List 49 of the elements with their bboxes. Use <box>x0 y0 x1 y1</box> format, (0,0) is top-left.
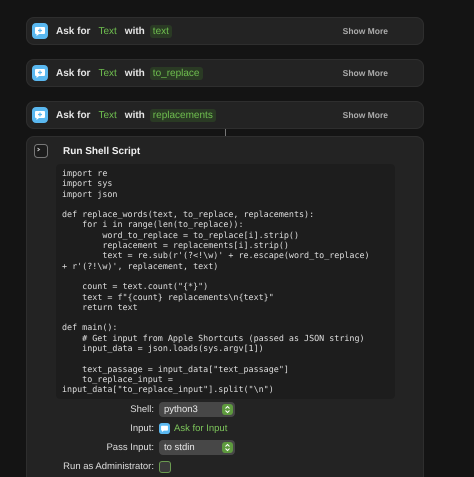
variable-token[interactable]: to_replace <box>150 66 202 80</box>
code-line: text = re.sub(r'(?<!\w)' + re.escape(word_to_replace) <box>101 250 371 261</box>
variable-token[interactable]: replacements <box>150 108 216 122</box>
input-variable[interactable]: Ask for Input <box>174 423 228 434</box>
code-line: import json <box>62 188 118 199</box>
code-line: return text <box>81 302 139 312</box>
option-label: Run as Administrator: <box>62 460 154 474</box>
checkbox[interactable] <box>159 460 171 473</box>
popup-button[interactable]: python3 <box>159 402 235 418</box>
terminal-icon <box>34 144 48 158</box>
stepper-icon <box>222 404 233 416</box>
option-label: Input: <box>129 422 154 436</box>
show-more-link[interactable]: Show More <box>342 68 388 78</box>
code-line: text_passage = input_data["text_passage"] <box>81 364 290 374</box>
action-label: Ask for <box>56 26 90 36</box>
code-line: import sys <box>62 178 114 189</box>
code-line: input_data["to_replace_input"].split("\n") <box>62 384 275 395</box>
action-title: Run Shell Script <box>63 146 140 156</box>
popup-button[interactable]: to stdin <box>159 440 235 456</box>
code-line: replacement = replacements[i].strip() <box>101 240 290 250</box>
option-label: Shell: <box>129 402 154 417</box>
action-label: with <box>124 26 145 36</box>
code-line: word_to_replace = to_replace[i].strip() <box>101 230 300 240</box>
speech-bubble-icon <box>32 23 48 39</box>
code-line: count = text.count("{*}") <box>81 281 210 292</box>
code-line: import re <box>62 168 108 178</box>
action-label: with <box>124 110 145 120</box>
code-line: def replace_words(text, to_replace, replacements): <box>62 209 316 220</box>
code-line: input_data = json.loads(sys.argv[1]) <box>81 343 265 354</box>
option-label: Pass Input: <box>105 440 154 455</box>
show-more-link[interactable]: Show More <box>342 110 388 120</box>
action-label: Ask for <box>56 68 90 78</box>
code-line: for i in range(len(to_replace)): <box>81 219 245 230</box>
variable-token[interactable]: text <box>150 24 172 38</box>
show-more-link[interactable]: Show More <box>342 26 388 36</box>
speech-bubble-icon <box>159 423 170 434</box>
stepper-icon <box>222 442 233 454</box>
action-label: with <box>124 68 145 78</box>
type-token[interactable]: Text <box>95 24 120 38</box>
speech-bubble-icon <box>32 65 48 81</box>
code-line: + r'(?!\w)', replacement, text) <box>62 260 220 271</box>
type-token[interactable]: Text <box>95 66 120 80</box>
code-line: text = f"{count} replacements\n{text}" <box>81 292 275 302</box>
code-line: def main(): <box>62 322 118 333</box>
action-label: Ask for <box>56 110 90 120</box>
code-line: to_replace_input = <box>81 374 173 384</box>
type-token[interactable]: Text <box>95 108 120 122</box>
code-line: # Get input from Apple Shortcuts (passed as JSON string) <box>81 332 366 344</box>
speech-bubble-icon <box>32 107 48 123</box>
